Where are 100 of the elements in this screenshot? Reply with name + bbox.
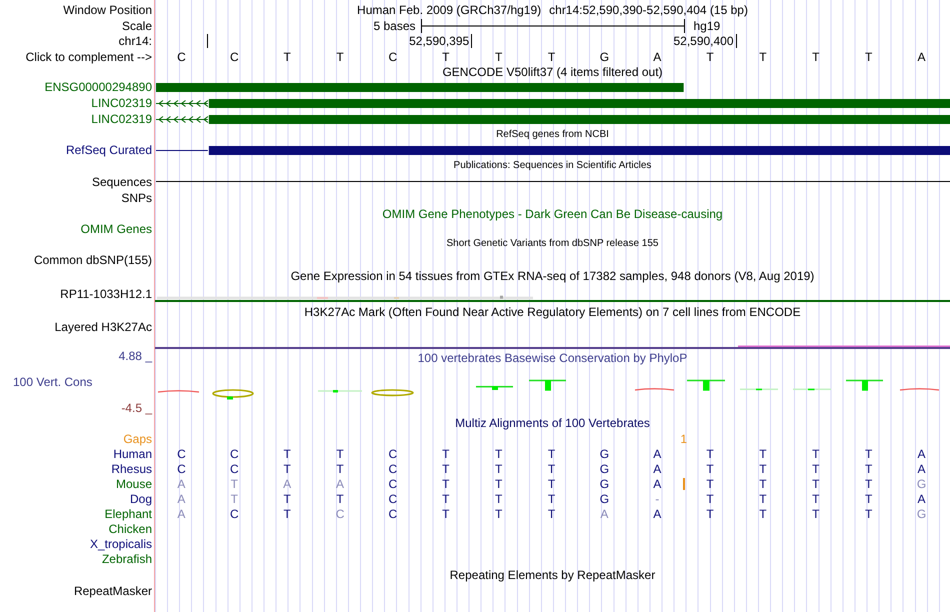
base-letter: T xyxy=(759,492,767,506)
base-letter: T xyxy=(865,506,872,520)
base-letter: C xyxy=(230,446,239,460)
track-title[interactable]: Multiz Alignments of 100 Vertebrates xyxy=(455,416,650,430)
base-letter: T xyxy=(548,446,556,460)
feature-line[interactable] xyxy=(156,181,950,182)
complement-link[interactable]: Click to complement --> xyxy=(26,50,152,64)
base-letter: T xyxy=(812,462,820,476)
track-title[interactable]: OMIM Gene Phenotypes - Dark Green Can Be Disease-causing xyxy=(382,206,723,220)
base-letter: T xyxy=(283,506,291,520)
track-title[interactable]: RefSeq genes from NCBI xyxy=(496,128,609,140)
ellipse-marker xyxy=(371,389,414,396)
base-letter: G xyxy=(600,476,610,490)
base-letter: T xyxy=(812,50,820,64)
base-letter: A xyxy=(653,50,662,64)
base-letter: T xyxy=(283,50,291,64)
base-letter: T xyxy=(548,506,556,520)
assembly-name: Human Feb. 2009 (GRCh37/hg19) xyxy=(357,3,542,17)
row-label: chr14: xyxy=(118,34,152,48)
base-letter: T xyxy=(548,492,556,506)
base-letter: T xyxy=(442,476,450,490)
base-letter: A xyxy=(600,506,608,520)
track-label[interactable]: Common dbSNP(155) xyxy=(34,252,152,266)
species-label: Elephant xyxy=(104,506,152,520)
conservation-bar xyxy=(846,380,883,391)
base-letter: C xyxy=(388,462,398,476)
base-letter: T xyxy=(706,476,714,490)
base-letter: A xyxy=(653,446,662,460)
gene-line[interactable] xyxy=(155,300,950,302)
track-label[interactable]: Sequences xyxy=(92,175,152,189)
base-letter: T xyxy=(759,506,767,520)
base-letter: G xyxy=(916,476,926,490)
track-label[interactable]: SNPs xyxy=(121,191,152,205)
base-letter: T xyxy=(759,476,767,490)
track-label[interactable]: OMIM Genes xyxy=(80,222,152,236)
gaps-label: Gaps xyxy=(123,432,152,446)
track-title[interactable]: 100 vertebrates Basewise Conservation by PhyloP xyxy=(418,350,688,364)
track-label[interactable]: Layered H3K27Ac xyxy=(54,320,152,334)
track-label[interactable]: RepeatMasker xyxy=(74,584,152,598)
track-label[interactable]: ENSG00000294890 xyxy=(44,80,152,94)
track-label[interactable]: LINC02319 xyxy=(91,96,152,110)
base-letter: T xyxy=(494,446,502,460)
base-letter: T xyxy=(865,476,872,490)
gap-count: 1 xyxy=(680,432,687,446)
exon-bar[interactable] xyxy=(208,99,950,108)
base-letter: T xyxy=(283,446,291,460)
track-title[interactable]: H3K27Ac Mark (Often Found Near Active Regulatory Elements) on 7 cell lines from ENCODE xyxy=(304,304,801,318)
track-title[interactable]: Short Genetic Variants from dbSNP release 155 xyxy=(446,238,658,250)
track-label[interactable]: RefSeq Curated xyxy=(66,143,152,157)
coordinate-label: 52,590,395 xyxy=(409,34,470,48)
position-range: chr14:52,590,390-52,590,404 (15 bp) xyxy=(549,3,748,17)
base-letter: T xyxy=(283,462,291,476)
base-letter: A xyxy=(653,506,662,520)
base-letter: A xyxy=(918,462,926,476)
base-letter: C xyxy=(388,506,398,520)
track-label[interactable]: 100 Vert. Cons xyxy=(13,375,92,389)
base-letter: A xyxy=(918,50,926,64)
conservation-bar xyxy=(476,386,513,390)
strand-arrows xyxy=(156,116,208,123)
track-title[interactable]: Gene Expression in 54 tissues from GTEx RNA-seq of 17382 samples, 948 donors (V8, Aug 2019) xyxy=(290,268,814,282)
track-label[interactable]: LINC02319 xyxy=(91,112,152,126)
base-letter: T xyxy=(865,462,872,476)
base-letter: T xyxy=(336,446,344,460)
base-letter: G xyxy=(600,50,610,64)
base-letter: A xyxy=(653,462,662,476)
base-letter: C xyxy=(388,446,398,460)
base-letter: T xyxy=(548,462,556,476)
base-letter: T xyxy=(442,506,450,520)
base-letter: C xyxy=(388,492,398,506)
track-title[interactable]: Repeating Elements by RepeatMasker xyxy=(450,568,656,582)
species-label: Mouse xyxy=(116,476,152,490)
conservation-bar xyxy=(529,380,566,391)
base-letter: A xyxy=(336,476,344,490)
exon-bar[interactable] xyxy=(208,115,950,124)
base-letter: T xyxy=(759,462,767,476)
base-letter: T xyxy=(812,492,820,506)
species-label: Zebrafish xyxy=(102,552,152,566)
base-letter: C xyxy=(177,446,186,460)
base-letter: T xyxy=(230,476,238,490)
ellipse-marker xyxy=(212,389,254,400)
base-letter: T xyxy=(865,492,872,506)
base-letter: T xyxy=(548,50,556,64)
base-letter: A xyxy=(283,476,292,490)
base-letter: C xyxy=(177,462,186,476)
track-label[interactable]: RP11-1033H12.1 xyxy=(60,287,152,301)
species-label: Chicken xyxy=(108,522,152,536)
base-letter: A xyxy=(177,476,186,490)
base-letter: T xyxy=(812,506,820,520)
base-letter: - xyxy=(655,492,660,506)
base-letter: T xyxy=(706,492,714,506)
track-title[interactable]: GENCODE V50lift37 (4 items filtered out) xyxy=(442,65,663,79)
base-letter: T xyxy=(759,50,767,64)
exon-bar[interactable] xyxy=(156,83,684,92)
base-letter: T xyxy=(442,492,450,506)
track-title[interactable]: Publications: Sequences in Scientific Articles xyxy=(454,160,652,172)
exon-bar[interactable] xyxy=(208,146,950,155)
base-letter: C xyxy=(230,506,239,520)
conservation-dash xyxy=(634,388,674,391)
species-label: X_tropicalis xyxy=(90,536,152,550)
base-letter: T xyxy=(494,492,502,506)
